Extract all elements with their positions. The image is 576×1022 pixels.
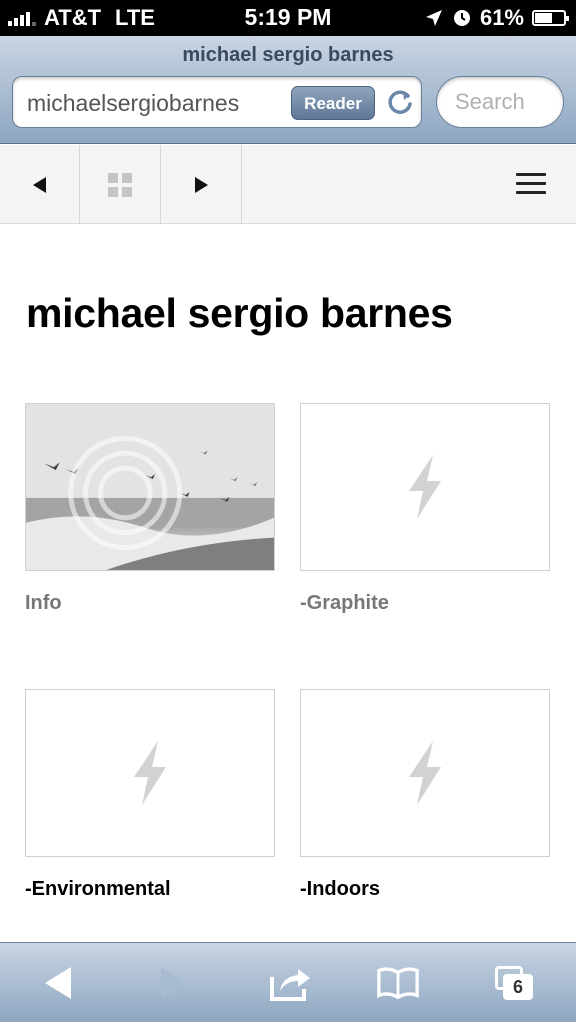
left-triangle-icon	[32, 176, 46, 193]
share-icon	[270, 969, 310, 1001]
gallery-caption[interactable]: -Indoors	[300, 878, 380, 901]
battery-icon	[532, 10, 569, 26]
beach-birds-photo	[26, 404, 274, 570]
lightning-bolt-icon	[409, 741, 441, 805]
page-title: michael sergio barnes	[182, 44, 394, 66]
gallery-thumbnail-placeholder[interactable]	[300, 689, 550, 857]
gallery-thumbnail-placeholder[interactable]	[25, 689, 275, 857]
reader-button[interactable]: Reader	[291, 86, 375, 120]
back-arrow-icon	[45, 967, 71, 999]
prev-button[interactable]	[0, 145, 80, 224]
address-bar[interactable]: michaelsergiobarnes Reader	[12, 76, 422, 128]
share-button[interactable]	[268, 961, 312, 1005]
gallery-caption[interactable]: -Graphite	[300, 592, 389, 615]
grid-button[interactable]	[80, 145, 161, 224]
reload-icon[interactable]	[385, 87, 415, 117]
right-triangle-icon	[195, 176, 208, 193]
back-button[interactable]	[36, 961, 80, 1005]
grid-icon	[108, 172, 132, 197]
forward-arrow-icon	[161, 967, 187, 999]
open-book-icon	[377, 967, 419, 1000]
browser-toolbar: michael sergio barnes michaelsergiobarne…	[0, 36, 576, 144]
browser-bottom-toolbar: 6	[0, 942, 576, 1022]
url-text[interactable]: michaelsergiobarnes	[27, 90, 287, 117]
search-field[interactable]	[436, 76, 564, 128]
site-nav-bar	[0, 145, 576, 224]
tabs-icon: 6	[495, 966, 533, 1000]
alarm-clock-icon	[453, 10, 470, 26]
battery-percent: 61%	[479, 5, 524, 30]
tab-count: 6	[503, 974, 533, 1000]
status-bar: AT&T LTE 5:19 PM 61%	[0, 0, 576, 36]
search-input[interactable]	[437, 77, 563, 127]
gallery-thumbnail-placeholder[interactable]	[300, 403, 550, 571]
gallery-thumbnail-photo[interactable]	[25, 403, 275, 571]
location-arrow-icon	[425, 10, 442, 26]
gallery-caption[interactable]: Info	[25, 592, 62, 615]
lightning-bolt-icon	[134, 741, 166, 805]
site-heading: michael sergio barnes	[26, 290, 453, 336]
bookmarks-button[interactable]	[376, 961, 420, 1005]
lightning-bolt-icon	[409, 455, 441, 519]
next-button[interactable]	[161, 145, 242, 224]
tabs-button[interactable]: 6	[492, 961, 536, 1005]
gallery-caption[interactable]: -Environmental	[25, 878, 171, 901]
forward-button[interactable]	[152, 961, 196, 1005]
menu-hamburger-icon[interactable]	[516, 173, 546, 195]
